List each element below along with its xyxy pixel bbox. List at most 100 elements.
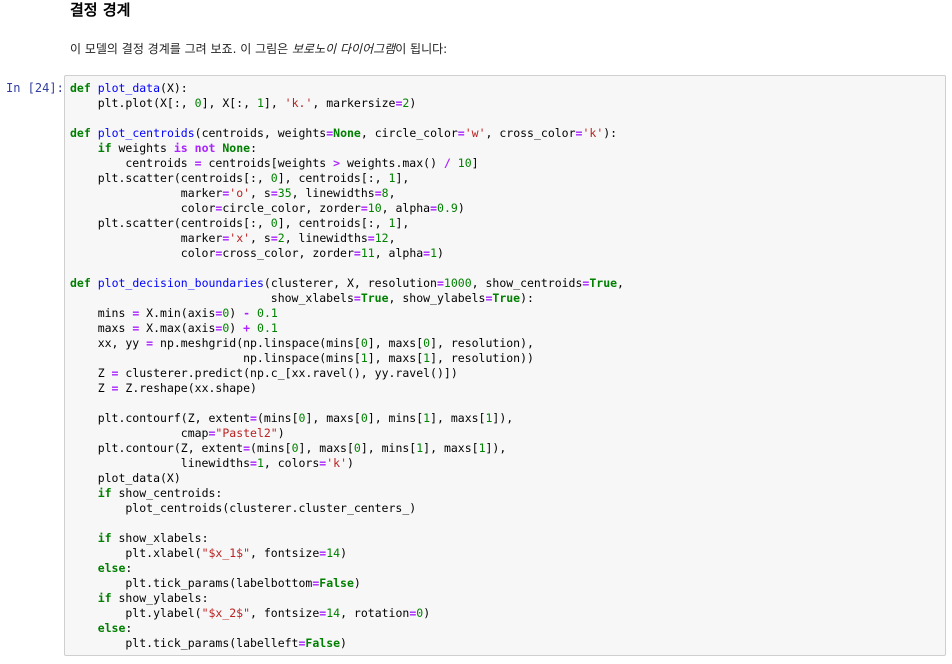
code-token: circle_color, zorder	[222, 201, 361, 215]
code-token: 1	[478, 441, 486, 455]
code-line: plt.contour(Z, extent=(mins[0], maxs[0],…	[70, 441, 624, 456]
code-token: plt.contour(Z, extent	[70, 441, 244, 455]
code-line: plt.contourf(Z, extent=(mins[0], maxs[0]…	[70, 411, 624, 426]
code-token: plt.ylabel(	[70, 606, 202, 620]
code-token: , circle_color	[360, 126, 458, 140]
code-token: ], maxs[	[367, 336, 424, 350]
code-token: def	[70, 81, 91, 95]
code-token: 0	[353, 441, 361, 455]
code-token: , rotation	[340, 606, 410, 620]
code-token: 12	[374, 231, 389, 245]
code-token: )	[457, 201, 465, 215]
code-token: 1	[360, 351, 368, 365]
code-token: plot_decision_boundaries	[97, 276, 264, 290]
code-token: , linewidths	[284, 231, 368, 245]
code-token: =	[243, 441, 251, 455]
code-token: (clusterer, X, resolution	[263, 276, 437, 290]
code-token: plot_centroids(clusterer.cluster_centers…	[70, 501, 417, 515]
code-token: (centroids, weights	[194, 126, 327, 140]
code-token: 0	[360, 336, 368, 350]
code-token: Z.reshape(xx.shape)	[118, 381, 257, 395]
code-token: plt.scatter(centroids[:,	[70, 171, 271, 185]
code-token: , alpha	[381, 201, 431, 215]
code-token: ]),	[492, 411, 514, 425]
code-token: 0	[270, 171, 278, 185]
code-token: 0	[360, 411, 368, 425]
code-token: plot_centroids	[97, 126, 195, 140]
code-token: ],	[395, 216, 410, 230]
code-token: 'w'	[464, 126, 486, 140]
code-token: , alpha	[374, 246, 424, 260]
code-line: color=cross_color, zorder=11, alpha=1)	[70, 246, 624, 261]
code-token: 1	[256, 456, 264, 470]
code-line: Z = Z.reshape(xx.shape)	[70, 381, 624, 396]
code-line: marker='x', s=2, linewidths=12,	[70, 231, 624, 246]
code-line: centroids = centroids[weights > weights.…	[70, 156, 624, 171]
code-token: plt.xlabel(	[70, 546, 202, 560]
code-line: def plot_decision_boundaries(clusterer, …	[70, 276, 624, 291]
code-token: linewidths	[70, 456, 251, 470]
code-token: 10	[367, 201, 382, 215]
code-token: :	[250, 141, 257, 155]
code-token: , colors	[263, 456, 320, 470]
code-token: marker	[70, 186, 223, 200]
code-token: weights	[111, 141, 174, 155]
code-line: Z = clusterer.predict(np.c_[xx.ravel(), …	[70, 366, 624, 381]
code-token: =	[270, 186, 278, 200]
code-token: ], maxs[	[423, 441, 479, 455]
code-cell[interactable]: def plot_data(X): plt.plot(X[:, 0], X[:,…	[64, 75, 946, 656]
code-token: =	[194, 156, 202, 170]
code-line: if weights is not None:	[70, 141, 624, 156]
code-token: )	[277, 426, 285, 440]
code-token: ,	[617, 276, 624, 290]
code-token: , show_ylabels	[388, 291, 486, 305]
code-token: )	[423, 606, 431, 620]
code-token: show_xlabels	[70, 291, 354, 305]
code-token: if	[97, 591, 112, 605]
code-token: 1	[256, 96, 264, 110]
code-token: def	[70, 276, 91, 290]
code-line: plt.xlabel("$x_1$", fontsize=14)	[70, 546, 624, 561]
code-line: plt.scatter(centroids[:, 0], centroids[:…	[70, 216, 624, 231]
code-token: )	[229, 321, 244, 335]
code-token: else	[97, 561, 126, 575]
code-token: 0.1	[257, 321, 278, 335]
code-token: plot_data	[97, 81, 161, 95]
code-token: , fontsize	[250, 606, 320, 620]
code-line: cmap="Pastel2")	[70, 426, 624, 441]
code-token: 8	[381, 186, 389, 200]
code-token: =	[457, 126, 465, 140]
code-token: ],	[263, 96, 285, 110]
code-token: ], maxs[	[367, 351, 424, 365]
code-token: =	[270, 231, 278, 245]
code-token: 0.9	[437, 201, 458, 215]
code-line: plt.plot(X[:, 0], X[:, 1], 'k.', markers…	[70, 96, 624, 111]
code-token: show_ylabels:	[111, 591, 209, 605]
code-token: clusterer.predict(np.c_[xx.ravel(), yy.r…	[118, 366, 458, 380]
code-editor[interactable]: def plot_data(X): plt.plot(X[:, 0], X[:,…	[70, 81, 624, 651]
code-token: ], maxs[	[430, 411, 486, 425]
code-token: ], centroids[:,	[277, 216, 389, 230]
code-line: plt.tick_params(labelleft=False)	[70, 636, 624, 651]
code-token: )	[353, 576, 361, 590]
code-token: ]	[471, 156, 479, 170]
code-token: =	[374, 186, 382, 200]
code-token: show_centroids:	[111, 486, 223, 500]
code-token: if	[97, 486, 112, 500]
code-line: np.linspace(mins[1], maxs[1], resolution…	[70, 351, 624, 366]
code-token: X.max(axis	[139, 321, 216, 335]
code-token: ], maxs[	[298, 441, 354, 455]
code-line: else:	[70, 561, 624, 576]
code-token: =	[353, 291, 361, 305]
cell-prompt: In [24]:	[6, 81, 64, 95]
code-token: show_xlabels:	[111, 531, 209, 545]
code-token: =	[436, 276, 444, 290]
paragraph-text-before: 이 모델의 결정 경계를 그려 보죠. 이 그림은	[70, 42, 293, 56]
code-token: if	[97, 141, 112, 155]
